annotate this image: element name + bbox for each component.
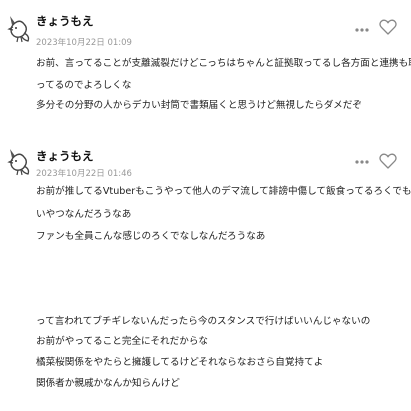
post-text-line: ってるのでよろしくな	[36, 80, 132, 91]
author-name[interactable]: きょうもえ	[36, 148, 94, 164]
post-timestamp: 2023年10月22日 01:09	[36, 38, 132, 48]
post-text-line: 関係者か親戚かなんか知らんけど	[36, 378, 180, 389]
post-text-line: お前が推してるVtuberもこうやって他人のデマ流して誹謗中傷して飯食ってるろく…	[36, 186, 411, 197]
post-text-line: ファンも全員こんな感じのろくでなしなんだろうなあ	[36, 231, 266, 242]
comment-post: きょうもえ 2023年10月22日 01:09 お前、言ってることが支離滅裂だけ…	[0, 0, 411, 130]
fox-avatar-icon[interactable]	[6, 146, 32, 176]
post-text-line: 橘菜桜関係をやたらと擁護してるけどそれならなおさら自覚持てよ	[36, 357, 324, 368]
post-text-line: お前がやってること完全にそれだからな	[36, 336, 209, 347]
post-text-line: お前、言ってることが支離滅裂だけどこっちはちゃんと証拠取ってるし各方面と連携も取	[36, 58, 411, 69]
heart-icon[interactable]	[379, 152, 397, 170]
author-name[interactable]: きょうもえ	[36, 13, 94, 29]
comment-post: きょうもえ 2023年10月22日 01:46 お前が推してるVtuberもこう…	[0, 135, 411, 411]
more-dots-icon[interactable]	[355, 25, 369, 35]
more-dots-icon[interactable]	[355, 157, 369, 167]
fox-avatar-icon[interactable]	[6, 13, 32, 43]
post-timestamp: 2023年10月22日 01:46	[36, 169, 132, 179]
post-text-line: 多分その分野の人からデカい封筒で書類届くと思うけど無視したらダメだぞ	[36, 100, 362, 111]
heart-icon[interactable]	[379, 18, 397, 36]
post-text-line: いやつなんだろうなあ	[36, 209, 132, 220]
post-text-line: って言われてブチギレないんだったら今のスタンスで行けばいいんじゃないの	[36, 316, 371, 327]
